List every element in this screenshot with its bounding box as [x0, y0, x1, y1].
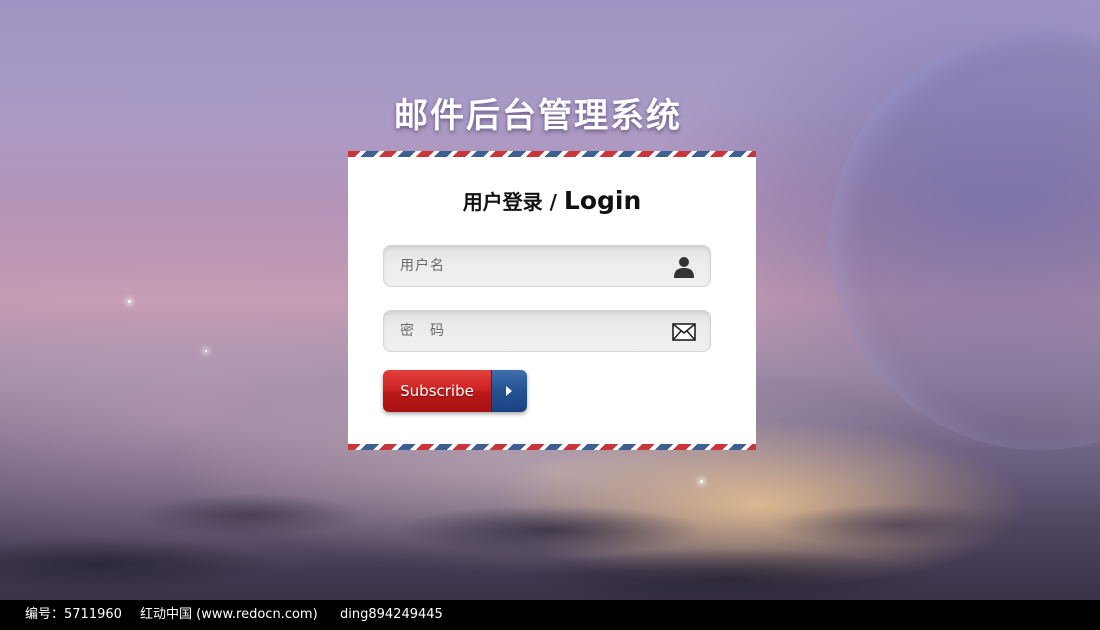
- arrow-right-icon: [506, 386, 512, 396]
- footer-bar: 编号：5711960 红动中国 (www.redocn.com) ding894…: [0, 600, 1100, 630]
- footer-id: 编号：5711960: [25, 607, 122, 622]
- footer-author: ding894249445: [340, 607, 443, 622]
- sparkle: [205, 350, 207, 352]
- login-heading-en: Login: [563, 186, 642, 215]
- airmail-stripe-top: [348, 151, 756, 157]
- airmail-stripe-bottom: [348, 444, 756, 450]
- page-title: 邮件后台管理系统: [394, 96, 682, 136]
- user-icon: [674, 257, 694, 278]
- cloud-layer: [0, 455, 1100, 600]
- footer-site: 红动中国 (www.redocn.com): [140, 607, 318, 622]
- sparkle: [700, 480, 703, 483]
- subscribe-button-arrow[interactable]: [491, 370, 527, 412]
- login-card: 用户登录 / Login Subscribe: [348, 151, 756, 450]
- envelope-icon: [672, 323, 696, 341]
- subscribe-button[interactable]: Subscribe: [383, 370, 527, 412]
- sparkle: [128, 300, 131, 303]
- login-heading-separator: /: [542, 190, 564, 214]
- password-input[interactable]: [384, 311, 670, 351]
- subscribe-button-label[interactable]: Subscribe: [383, 370, 491, 412]
- username-field[interactable]: [383, 245, 711, 287]
- login-heading-zh: 用户登录: [462, 190, 543, 214]
- login-heading: 用户登录 / Login: [348, 186, 756, 215]
- username-input[interactable]: [384, 246, 670, 286]
- password-field[interactable]: [383, 310, 711, 352]
